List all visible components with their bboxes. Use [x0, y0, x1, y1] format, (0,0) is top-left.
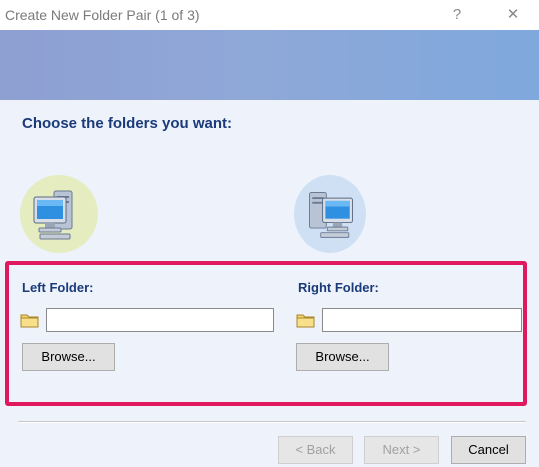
left-folder-label: Left Folder:: [22, 280, 94, 295]
next-button[interactable]: Next >: [364, 436, 439, 464]
footer-divider: [18, 421, 526, 423]
content-area: Choose the folders you want: Left Folder…: [0, 100, 539, 467]
folder-icon: [20, 312, 40, 333]
header-banner: [0, 30, 539, 100]
left-computer-icon: [20, 175, 98, 253]
cancel-button[interactable]: Cancel: [451, 436, 526, 464]
right-folder-input[interactable]: [322, 308, 522, 332]
title-bar: Create New Folder Pair (1 of 3) ? ✕: [0, 0, 539, 30]
right-folder-label: Right Folder:: [298, 280, 379, 295]
window-title: Create New Folder Pair (1 of 3): [5, 7, 200, 23]
left-folder-input[interactable]: [46, 308, 274, 332]
help-button[interactable]: ?: [434, 2, 480, 28]
right-browse-button[interactable]: Browse...: [296, 343, 389, 371]
page-heading: Choose the folders you want:: [22, 115, 233, 132]
back-button[interactable]: < Back: [278, 436, 353, 464]
close-button[interactable]: ✕: [490, 2, 536, 28]
folder-icon: [296, 312, 316, 333]
left-browse-button[interactable]: Browse...: [22, 343, 115, 371]
right-computer-icon: [294, 175, 366, 253]
